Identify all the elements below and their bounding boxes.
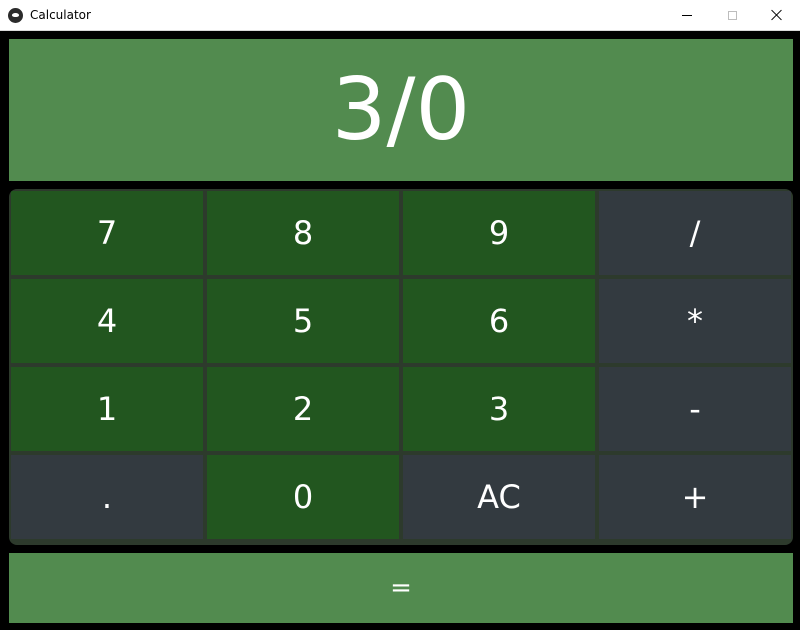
key-7[interactable]: 7 — [11, 191, 203, 275]
key-label: AC — [477, 478, 521, 516]
app-icon — [8, 8, 23, 23]
key-label: 1 — [96, 390, 118, 428]
key-label: 2 — [292, 390, 314, 428]
key-label: 0 — [292, 478, 314, 516]
display-value: 3/0 — [331, 60, 471, 160]
key-0[interactable]: 0 — [207, 455, 399, 539]
result-display: 3/0 — [9, 39, 793, 181]
calculator-window: Calculator 3/0 7 8 9 / 4 5 6 * 1 2 3 - .… — [0, 0, 800, 630]
key-label: 6 — [488, 302, 510, 340]
key-4[interactable]: 4 — [11, 279, 203, 363]
key-decimal[interactable]: . — [11, 455, 203, 539]
window-title: Calculator — [30, 8, 91, 22]
key-label: 8 — [292, 214, 314, 252]
key-label: * — [687, 302, 703, 340]
key-label: . — [101, 478, 113, 516]
close-button[interactable] — [754, 0, 800, 30]
key-2[interactable]: 2 — [207, 367, 399, 451]
key-divide[interactable]: / — [599, 191, 791, 275]
key-label: + — [681, 478, 709, 516]
title-bar: Calculator — [0, 0, 800, 31]
key-label: 5 — [292, 302, 314, 340]
equals-label: = — [390, 573, 412, 603]
key-subtract[interactable]: - — [599, 367, 791, 451]
key-3[interactable]: 3 — [403, 367, 595, 451]
key-label: 4 — [96, 302, 118, 340]
maximize-icon — [727, 10, 737, 20]
minimize-button[interactable] — [664, 0, 710, 30]
key-8[interactable]: 8 — [207, 191, 399, 275]
key-6[interactable]: 6 — [403, 279, 595, 363]
key-label: / — [689, 214, 701, 252]
keypad: 7 8 9 / 4 5 6 * 1 2 3 - . 0 AC + — [9, 189, 793, 545]
equals-button[interactable]: = — [9, 553, 793, 623]
minimize-icon — [682, 14, 692, 16]
key-multiply[interactable]: * — [599, 279, 791, 363]
key-label: 7 — [96, 214, 118, 252]
key-add[interactable]: + — [599, 455, 791, 539]
close-icon — [771, 9, 783, 21]
key-5[interactable]: 5 — [207, 279, 399, 363]
key-clear[interactable]: AC — [403, 455, 595, 539]
key-1[interactable]: 1 — [11, 367, 203, 451]
key-9[interactable]: 9 — [403, 191, 595, 275]
key-label: 9 — [488, 214, 510, 252]
maximize-button[interactable] — [709, 0, 755, 30]
key-label: - — [689, 390, 701, 428]
key-label: 3 — [488, 390, 510, 428]
